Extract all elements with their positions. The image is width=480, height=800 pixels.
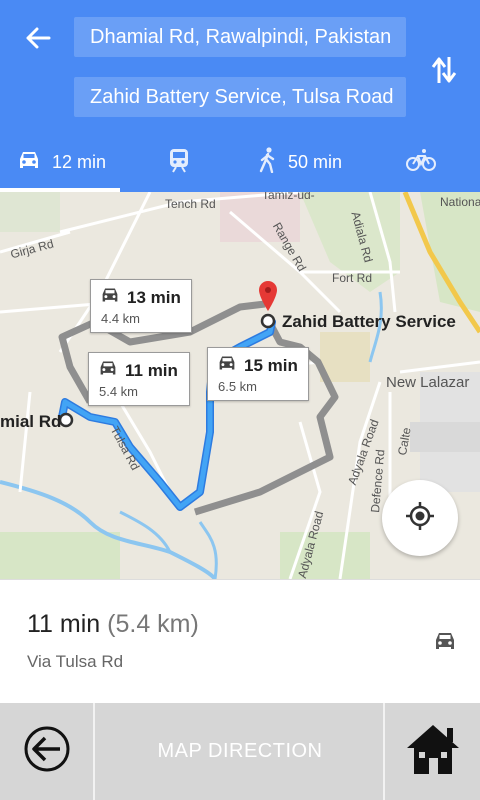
drive-time: 12 min: [52, 151, 107, 172]
home-button[interactable]: [383, 703, 480, 800]
bottom-bar: MAP DIRECTION: [0, 703, 480, 800]
route-distance: 4.4 km: [101, 311, 141, 326]
destination-pin-icon[interactable]: [257, 280, 279, 317]
walk-time: 50 min: [288, 151, 343, 172]
bike-icon: [406, 148, 436, 177]
route-summary-card[interactable]: 11 min (5.4 km) Via Tulsa Rd: [0, 579, 480, 703]
my-location-button[interactable]: [382, 480, 458, 556]
car-icon: [97, 359, 119, 382]
origin-map-label: mial Rd: [0, 412, 62, 431]
route-option-bubble[interactable]: 13 min 4.4 km: [90, 279, 192, 333]
circle-back-arrow-icon: [23, 725, 71, 778]
destination-field[interactable]: Zahid Battery Service, Tulsa Road: [74, 77, 406, 117]
car-icon: [16, 149, 42, 176]
summary-distance: (5.4 km): [107, 610, 199, 638]
car-icon: [216, 354, 238, 377]
road-label: Tench Rd: [165, 197, 216, 211]
tab-drive[interactable]: 12 min: [0, 132, 136, 192]
origin-field[interactable]: Dhamial Rd, Rawalpindi, Pakistan: [74, 17, 406, 57]
tab-transit[interactable]: [168, 132, 190, 192]
area-label: New Lalazar: [386, 374, 470, 391]
summary-time-line: 11 min (5.4 km): [27, 610, 199, 639]
summary-time: 11 min: [27, 610, 101, 638]
route-distance: 6.5 km: [218, 379, 258, 394]
car-icon: [432, 630, 458, 657]
summary-via: Via Tulsa Rd: [27, 652, 124, 671]
walk-icon: [258, 146, 278, 178]
car-icon: [99, 286, 121, 309]
page-title: MAP DIRECTION: [157, 740, 323, 762]
crosshair-icon: [405, 501, 435, 536]
road-label: Tamiz-ud-: [262, 192, 315, 202]
road-label: Fort Rd: [332, 271, 373, 285]
route-time: 15 min: [244, 355, 298, 375]
directions-header: Dhamial Rd, Rawalpindi, Pakistan Zahid B…: [0, 0, 480, 192]
route-time: 11 min: [125, 360, 178, 380]
route-time: 13 min: [127, 287, 181, 307]
train-icon: [168, 147, 190, 178]
tab-walk[interactable]: 50 min: [258, 132, 342, 192]
route-option-bubble[interactable]: 15 min 6.5 km: [207, 347, 309, 401]
back-arrow-icon[interactable]: [18, 20, 58, 56]
home-icon: [405, 722, 461, 781]
back-button[interactable]: [0, 703, 95, 800]
destination-map-label: Zahid Battery Service: [282, 312, 456, 331]
tab-bike[interactable]: [406, 132, 436, 192]
route-map[interactable]: Tench Rd Tamiz-ud- Adiala Rd National Gi…: [0, 192, 480, 579]
road-label: National: [440, 195, 480, 209]
route-option-bubble[interactable]: 11 min 5.4 km: [88, 352, 190, 406]
route-distance: 5.4 km: [99, 384, 139, 399]
swap-icon[interactable]: [426, 52, 462, 88]
travel-mode-tabs: 12 min 50 min: [0, 132, 480, 192]
